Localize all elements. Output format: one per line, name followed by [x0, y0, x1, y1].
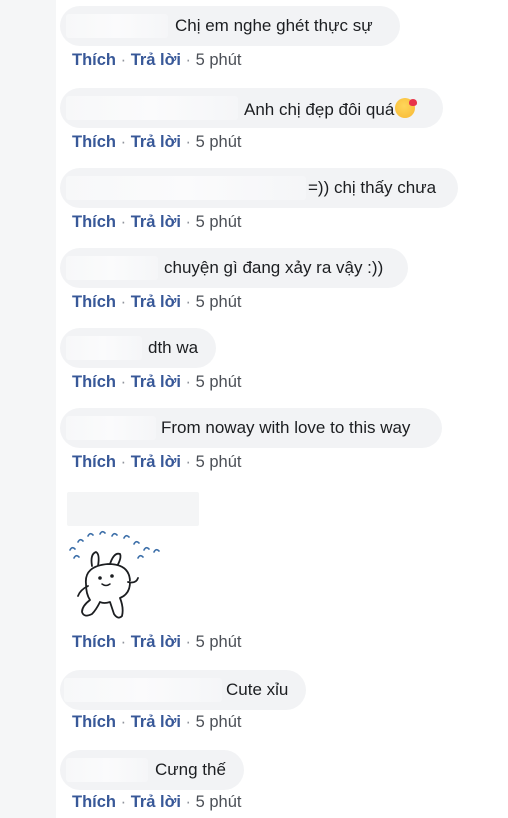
separator: · [120, 633, 127, 651]
smiling-face-with-hearts-icon [395, 98, 418, 118]
comment-bubble[interactable]: chuyện gì đang xảy ra vậy :)) [60, 248, 408, 288]
reply-link[interactable]: Trả lời [131, 713, 181, 731]
reply-link[interactable]: Trả lời [131, 453, 181, 471]
comment-bubble[interactable]: Anh chị đẹp đôi quá [60, 88, 443, 128]
redacted-name [67, 492, 199, 526]
timestamp[interactable]: 5 phút [196, 633, 242, 651]
timestamp[interactable]: 5 phút [196, 51, 242, 69]
sticker-drawing [69, 530, 160, 619]
comment-text: dth wa [148, 338, 199, 357]
separator: · [185, 293, 192, 311]
comment-actions: Thích · Trả lời · 5 phút [72, 372, 242, 392]
separator: · [120, 713, 127, 731]
reply-link[interactable]: Trả lời [131, 293, 181, 311]
comment-bubble[interactable]: Cưng thế [60, 750, 244, 790]
timestamp[interactable]: 5 phút [196, 213, 242, 231]
reply-link[interactable]: Trả lời [131, 51, 181, 69]
separator: · [185, 453, 192, 471]
comment-actions: Thích · Trả lời · 5 phút [72, 712, 242, 732]
like-link[interactable]: Thích [72, 133, 116, 151]
separator: · [185, 633, 192, 651]
separator: · [185, 51, 192, 69]
comment-actions: Thích · Trả lời · 5 phút [72, 132, 242, 152]
reply-link[interactable]: Trả lời [131, 213, 181, 231]
comment-actions: Thích · Trả lời · 5 phút [72, 212, 242, 232]
separator: · [120, 793, 127, 811]
comment-text: chuyện gì đang xảy ra vậy :)) [164, 258, 384, 277]
timestamp[interactable]: 5 phút [196, 793, 242, 811]
timestamp[interactable]: 5 phút [196, 293, 242, 311]
comment-actions: Thích · Trả lời · 5 phút [72, 792, 242, 812]
separator: · [120, 453, 127, 471]
redacted-name [66, 14, 168, 38]
separator: · [120, 213, 127, 231]
left-rail [0, 0, 56, 818]
comment-actions: Thích · Trả lời · 5 phút [72, 632, 242, 652]
redacted-name [66, 758, 148, 782]
like-link[interactable]: Thích [72, 453, 116, 471]
reply-link[interactable]: Trả lời [131, 373, 181, 391]
like-link[interactable]: Thích [72, 633, 116, 651]
comment-bubble[interactable]: Cute xỉu [60, 670, 306, 710]
redacted-name [66, 416, 156, 440]
reply-link[interactable]: Trả lời [131, 633, 181, 651]
timestamp[interactable]: 5 phút [196, 133, 242, 151]
comment-bubble[interactable]: dth wa [60, 328, 216, 368]
redacted-name [66, 336, 142, 360]
comment-text: Chị em nghe ghét thực sự [175, 16, 373, 35]
comment-text: Anh chị đẹp đôi quá [244, 98, 418, 120]
separator: · [120, 293, 127, 311]
separator: · [185, 793, 192, 811]
separator: · [185, 213, 192, 231]
comment-text: =)) chị thấy chưa [308, 178, 437, 197]
bunny-sticker[interactable] [58, 524, 164, 630]
reply-link[interactable]: Trả lời [131, 133, 181, 151]
comment-text: Cute xỉu [226, 680, 289, 699]
redacted-name [66, 176, 306, 200]
separator: · [185, 373, 192, 391]
separator: · [120, 51, 127, 69]
timestamp[interactable]: 5 phút [196, 453, 242, 471]
timestamp[interactable]: 5 phút [196, 373, 242, 391]
comment-actions: Thích · Trả lời · 5 phút [72, 50, 242, 70]
redacted-name [66, 96, 238, 120]
comment-bubble[interactable]: =)) chị thấy chưa [60, 168, 458, 208]
separator: · [120, 133, 127, 151]
redacted-name [66, 256, 158, 280]
like-link[interactable]: Thích [72, 213, 116, 231]
separator: · [185, 133, 192, 151]
like-link[interactable]: Thích [72, 793, 116, 811]
comment-text: From noway with love to this way [161, 418, 411, 437]
reply-link[interactable]: Trả lời [131, 793, 181, 811]
like-link[interactable]: Thích [72, 713, 116, 731]
comment-bubble[interactable]: Chị em nghe ghét thực sự [60, 6, 400, 46]
separator: · [120, 373, 127, 391]
like-link[interactable]: Thích [72, 293, 116, 311]
comment-text-body: Anh chị đẹp đôi quá [244, 100, 395, 119]
comment-actions: Thích · Trả lời · 5 phút [72, 292, 242, 312]
comment-text: Cưng thế [155, 760, 226, 779]
comment-actions: Thích · Trả lời · 5 phút [72, 452, 242, 472]
redacted-name [64, 678, 222, 702]
like-link[interactable]: Thích [72, 51, 116, 69]
like-link[interactable]: Thích [72, 373, 116, 391]
timestamp[interactable]: 5 phút [196, 713, 242, 731]
comment-bubble[interactable]: From noway with love to this way [60, 408, 442, 448]
separator: · [185, 713, 192, 731]
